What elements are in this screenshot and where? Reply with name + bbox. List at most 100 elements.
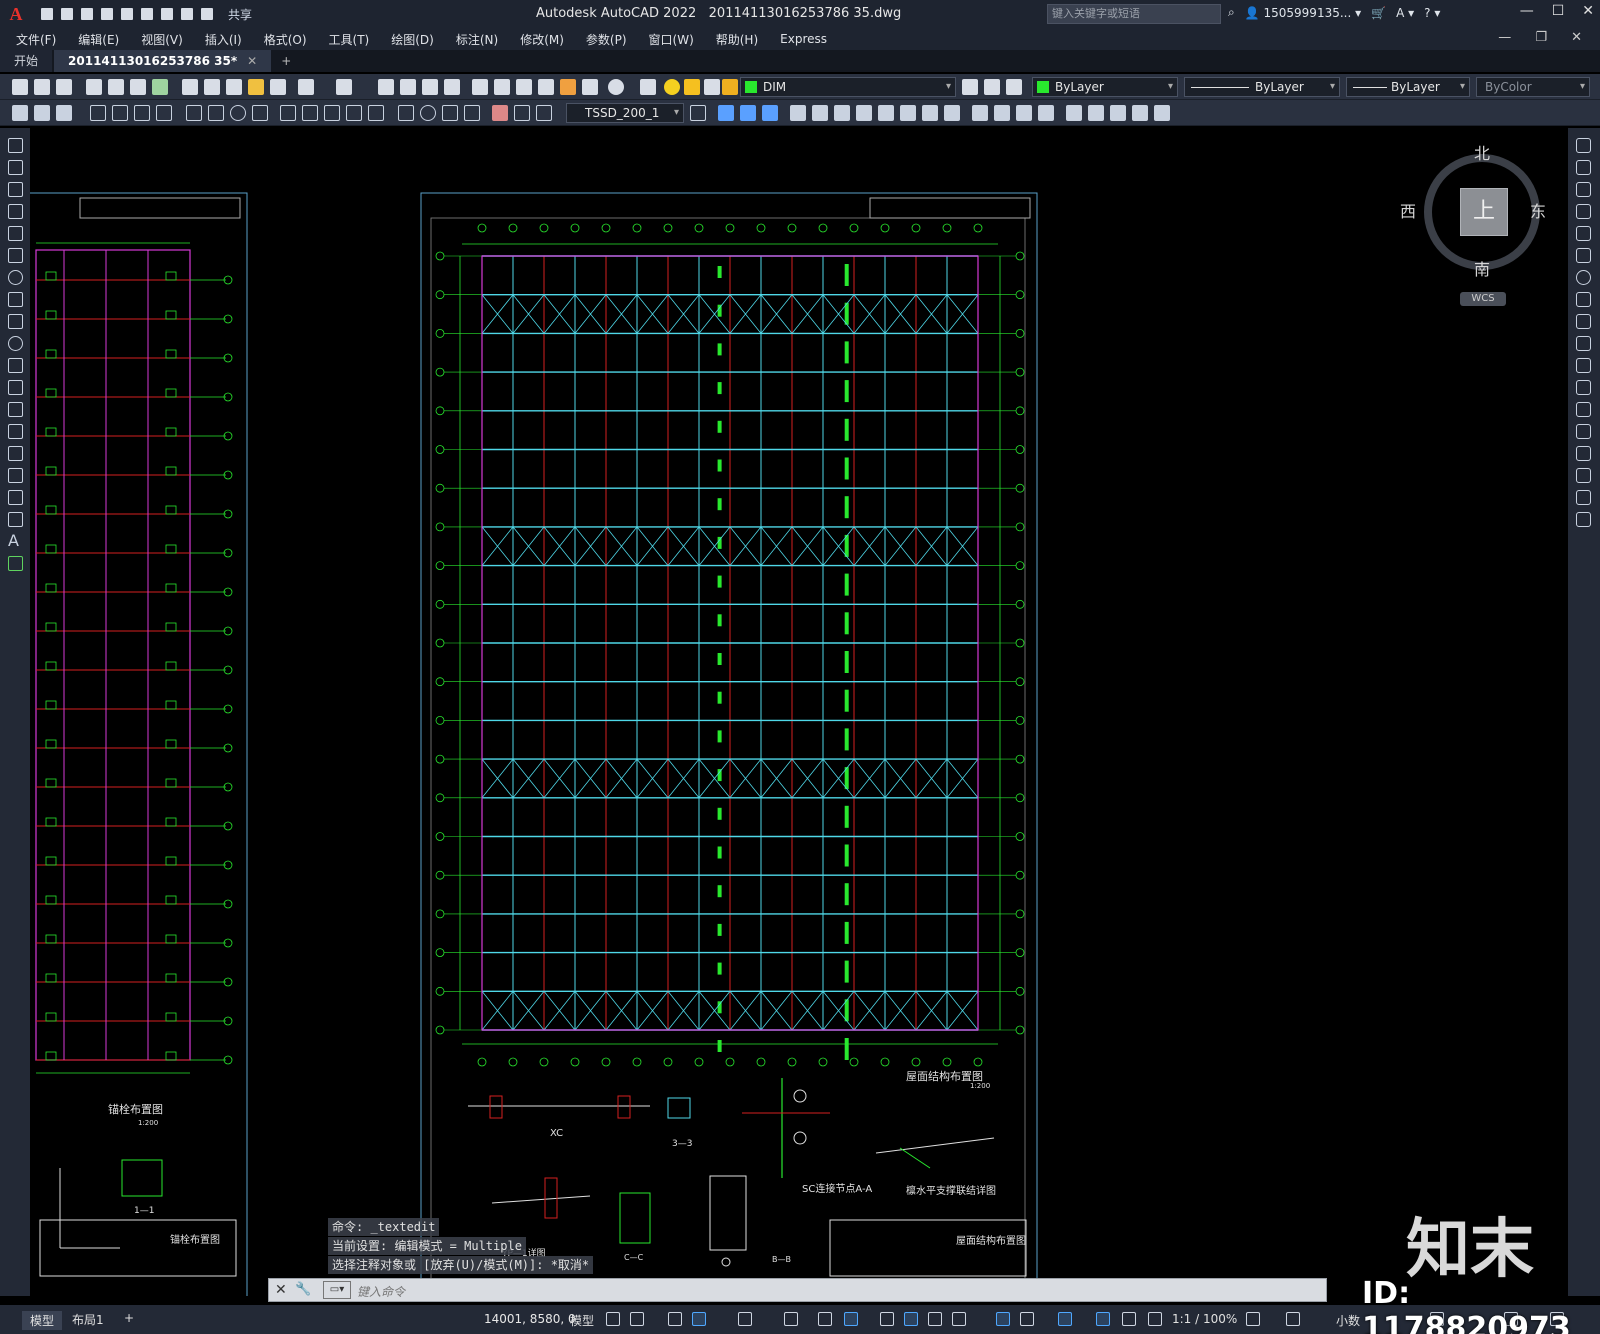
dim-break-icon[interactable] [368,105,384,121]
text-style-dropdown[interactable]: TSSD_200_1 ▾ [566,103,684,123]
viewcube[interactable]: 上 北 南 东 西 WCS [1400,140,1552,306]
dim-text-edit-icon[interactable] [514,105,530,121]
menu-insert[interactable]: 插入(I) [205,31,242,48]
ucs-face-icon[interactable] [856,105,872,121]
polar-tracking-icon[interactable] [738,1312,752,1326]
dim-style-icon[interactable] [690,105,706,121]
save-web-icon[interactable] [138,5,156,23]
match-properties-icon[interactable] [248,79,264,95]
block-editor-icon[interactable] [270,79,286,95]
insert-block-icon[interactable] [8,380,23,395]
copy-icon[interactable] [204,79,220,95]
layer-state-icon[interactable] [1006,79,1022,95]
menu-draw[interactable]: 绘图(D) [391,31,434,48]
make-current-layer-icon[interactable] [962,79,978,95]
multiline-text-icon[interactable]: A [8,533,23,549]
ucs-previous-icon[interactable] [834,105,850,121]
plot-preview-icon[interactable] [108,79,124,95]
plot-icon[interactable] [158,5,176,23]
menu-window[interactable]: 窗口(W) [649,31,694,48]
publish-icon[interactable] [130,79,146,95]
menu-tools[interactable]: 工具(T) [329,31,370,48]
layer-lock-icon[interactable] [722,79,738,95]
dim-update-icon[interactable] [536,105,552,121]
extend-icon[interactable] [1576,358,1591,373]
document-window-controls[interactable]: — ❐ ✕ [1498,30,1592,45]
menu-dimension[interactable]: 标注(N) [456,31,498,48]
break-icon[interactable] [1576,402,1591,417]
visual-style-1-icon[interactable] [972,105,988,121]
aligned-dim-icon[interactable] [112,105,128,121]
annotation-visibility-icon[interactable] [1096,1312,1110,1326]
plot-icon[interactable] [86,79,102,95]
undo-icon[interactable] [298,79,314,95]
quickcalc-icon[interactable] [582,79,598,95]
autodesk-app-icon[interactable]: A ▾ [1396,6,1414,20]
wcs-menu[interactable]: WCS [1460,292,1506,306]
revision-cloud-icon[interactable] [8,292,23,307]
table-icon[interactable] [8,512,23,527]
erase-icon[interactable] [1576,138,1591,153]
tolerance-icon[interactable] [398,105,414,121]
coordinate-readout[interactable]: 14001, 8580, 0 [484,1312,576,1326]
blend-curves-icon[interactable] [1576,490,1591,505]
move-icon[interactable] [1576,248,1591,263]
stretch-icon[interactable] [1576,314,1591,329]
visual-style-3-icon[interactable] [1016,105,1032,121]
menu-modify[interactable]: 修改(M) [520,31,564,48]
annotation-monitor-icon[interactable] [1286,1312,1300,1326]
selection-filter-icon[interactable] [1020,1312,1034,1326]
snap-icon[interactable] [630,1312,644,1326]
view-tool-2-icon[interactable] [740,105,756,121]
3d-print-icon[interactable] [152,79,168,95]
chamfer-icon[interactable] [1576,446,1591,461]
view-cube-tool-icon[interactable] [718,105,734,121]
close-icon[interactable]: ✕ [247,50,257,72]
orbit-5-icon[interactable] [1154,105,1170,121]
compass-east[interactable]: 东 [1530,198,1546,222]
linear-dim-icon[interactable] [90,105,106,121]
help-icon[interactable] [608,79,624,95]
workspace-gear-icon[interactable] [1246,1312,1260,1326]
object-snap-tracking-icon[interactable] [818,1312,832,1326]
minimize-button[interactable]: — [1520,3,1534,19]
gradient-icon[interactable] [8,468,23,483]
explode-icon[interactable] [1576,512,1591,527]
command-input[interactable]: 键入命令 [357,1283,405,1300]
maximize-button[interactable]: ☐ [1552,3,1565,19]
3d-osnap-icon[interactable] [952,1312,966,1326]
layer-freeze-icon[interactable] [684,79,700,95]
make-block-icon[interactable] [8,402,23,417]
jogged-dim-icon[interactable] [208,105,224,121]
layer-viewport-icon[interactable] [704,79,720,95]
compass-north[interactable]: 北 [1474,140,1490,164]
selection-cycling-icon[interactable] [928,1312,942,1326]
orbit-4-icon[interactable] [1132,105,1148,121]
inspection-icon[interactable] [442,105,458,121]
cart-icon[interactable]: 🛒 [1371,6,1386,20]
ucs-origin-icon[interactable] [922,105,938,121]
help-search-input[interactable]: 键入关键字或短语 [1047,4,1221,24]
trim-icon[interactable] [1576,336,1591,351]
isometric-icon[interactable] [784,1312,798,1326]
dim-space-icon[interactable] [346,105,362,121]
menu-view[interactable]: 视图(V) [141,31,183,48]
object-snap-icon[interactable] [844,1312,858,1326]
linetype-dropdown[interactable]: ByLayer ▾ [1184,77,1340,97]
arc-dim-icon[interactable] [134,105,150,121]
customize-icon[interactable]: 🔧 [295,1282,311,1297]
redo-icon[interactable] [336,79,352,95]
diameter-dim-icon[interactable] [230,105,246,121]
undo-icon[interactable] [178,5,196,23]
gizmo-icon[interactable] [1058,1312,1072,1326]
dim-edit-icon[interactable] [492,105,508,121]
add-selected-icon[interactable] [8,556,23,571]
region-icon[interactable] [8,490,23,505]
point-icon[interactable] [8,424,23,439]
grid-icon[interactable] [606,1312,620,1326]
offset-icon[interactable] [1576,204,1591,219]
join-icon[interactable] [1576,424,1591,439]
visual-style-4-icon[interactable] [1038,105,1054,121]
tab-layout1[interactable]: 布局1 [72,1311,104,1328]
drawing-area[interactable]: 锚栓布置图 1:200 1—1 锚栓布置图 XC 3—3 SC连接节点A-A 屋面结构布置图 1… [30,128,1568,1296]
